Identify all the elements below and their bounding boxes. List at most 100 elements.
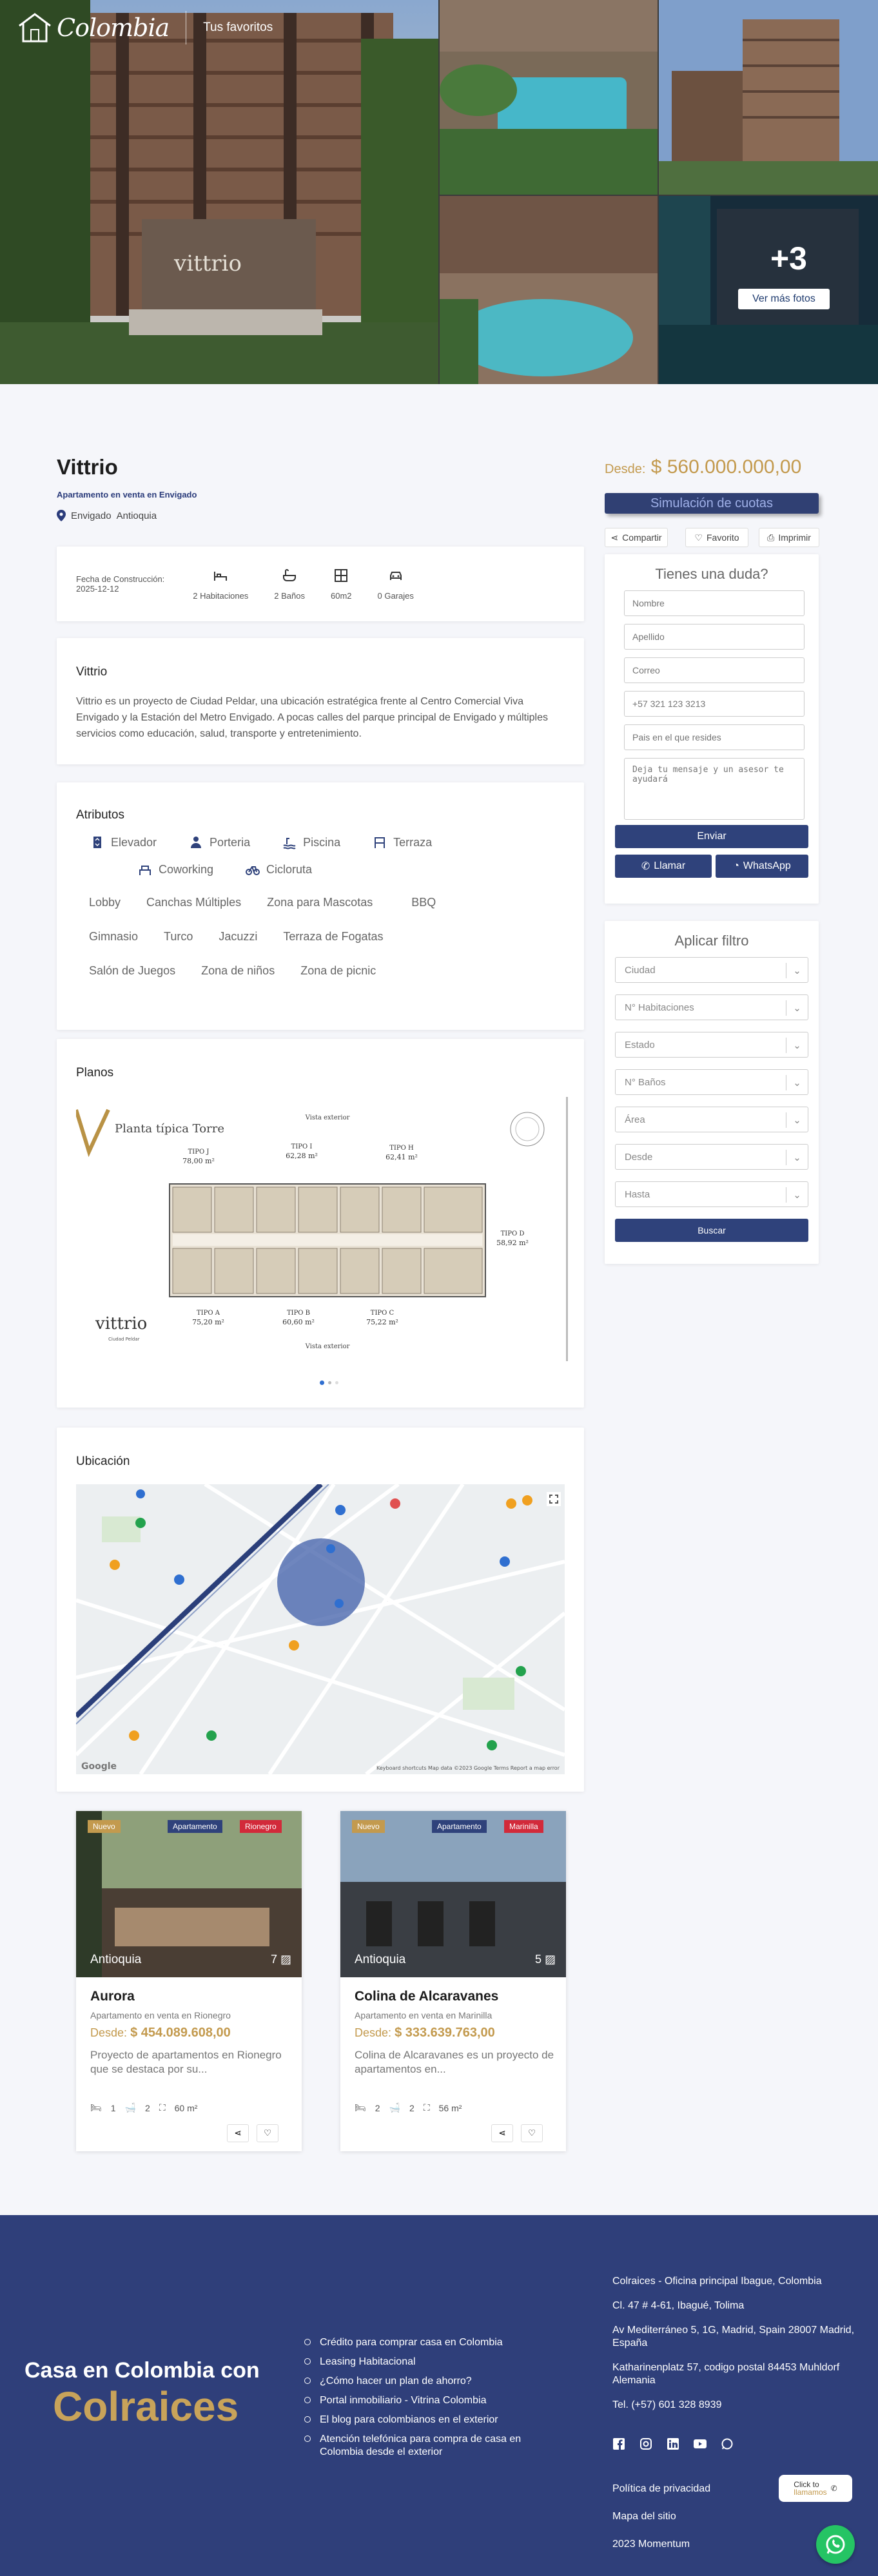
footer-link[interactable]: El blog para colombianos en el exterior: [304, 2414, 543, 2426]
plan-unit-name: TIPO D: [501, 1230, 525, 1237]
favorite-button[interactable]: ♡: [257, 2124, 278, 2142]
plan-heading: Planta típica Torre: [115, 1122, 224, 1136]
price-prefix: Desde:: [90, 2026, 128, 2039]
callback-widget[interactable]: Click to llamamos ✆: [779, 2475, 852, 2502]
filter-panel: Aplicar filtro Ciudad ⌄ N° Habitaciones ⌄ …: [605, 921, 819, 1264]
message-field[interactable]: [624, 758, 805, 820]
more-photos-count: +3: [770, 240, 807, 276]
site-logo[interactable]: Colombia: [17, 8, 203, 47]
map-embed[interactable]: Google Keyboard shortcuts Map data ©2023…: [76, 1484, 565, 1774]
plan-brand-sub: Ciudad Peldar: [108, 1337, 140, 1342]
whatsapp-float-button[interactable]: [816, 2525, 855, 2564]
print-button[interactable]: ⎙ Imprimir: [759, 528, 819, 547]
chevron-down-icon: ⌄: [786, 1150, 808, 1165]
price-prefix: Desde:: [355, 2026, 392, 2039]
callback-label: Click to llamamos: [794, 2480, 827, 2497]
plan-unit-name: TIPO A: [197, 1310, 220, 1317]
construction-label: Fecha de Construcción:: [76, 574, 165, 584]
name-field[interactable]: [624, 590, 805, 616]
share-button[interactable]: ⋖: [491, 2124, 513, 2142]
chevron-down-icon: ⌄: [786, 1112, 808, 1128]
phone-field[interactable]: [624, 691, 805, 717]
country-field[interactable]: [624, 724, 805, 750]
whatsapp-button[interactable]: ◔ WhatsApp: [716, 855, 808, 878]
linkedin-icon[interactable]: [667, 2437, 679, 2450]
attr-coworking-label: Coworking: [159, 862, 214, 876]
plan-unit-area: 62,41 m²: [385, 1153, 418, 1161]
listing-card-colina[interactable]: Nuevo Apartamento Marinilla Antioquia 5 …: [340, 1811, 566, 2151]
floor-plan-slide[interactable]: Planta típica Torre Vista exterior Vista…: [76, 1103, 553, 1355]
instagram-icon[interactable]: [639, 2437, 652, 2450]
city-select[interactable]: Ciudad ⌄: [615, 957, 808, 983]
bath-icon: [283, 568, 297, 581]
simulate-payments-button[interactable]: Simulación de cuotas: [605, 493, 819, 514]
price-from-select[interactable]: Desde ⌄: [615, 1144, 808, 1170]
listing-photo[interactable]: Nuevo Apartamento Marinilla Antioquia 5 …: [340, 1811, 566, 1977]
bath-icon: 🛁: [124, 2102, 137, 2113]
rooms-select[interactable]: N° Habitaciones ⌄: [615, 994, 808, 1020]
search-button[interactable]: Buscar: [615, 1219, 808, 1242]
more-photos-button[interactable]: Ver más fotos: [738, 289, 830, 309]
whatsapp-label: WhatsApp: [743, 860, 791, 871]
listing-name[interactable]: Colina de Alcaravanes: [355, 1989, 498, 2004]
gallery-main-photo[interactable]: vittrio: [0, 0, 438, 384]
youtube-icon[interactable]: [694, 2437, 707, 2450]
price-value: $ 454.089.608,00: [130, 2026, 231, 2040]
carousel-dot[interactable]: [328, 1381, 331, 1384]
footer-phone[interactable]: Tel. (+57) 601 328 8939: [612, 2399, 870, 2412]
select-value: Desde: [625, 1151, 653, 1163]
send-button[interactable]: Enviar: [615, 825, 808, 848]
attr-cicloruta: Cicloruta: [246, 862, 312, 876]
select-value: N° Habitaciones: [625, 1002, 694, 1013]
call-button[interactable]: ✆ Llamar: [615, 855, 712, 878]
attr-coworking: Coworking: [138, 862, 213, 876]
listing-description: Proyecto de apartamentos en Rionegro que…: [90, 2049, 282, 2075]
area-select[interactable]: Área ⌄: [615, 1107, 808, 1132]
attr-tag: Canchas Múltiples: [146, 896, 242, 909]
bicycle-icon: [246, 866, 260, 875]
share-button[interactable]: ⋖ Compartir: [605, 528, 668, 547]
footer-contact-info: Colraices - Oficina principal Ibague, Co…: [612, 2275, 870, 2423]
attr-tag: Turco: [164, 930, 193, 943]
fact-area: 60m2: [331, 568, 352, 601]
carousel-dot[interactable]: [335, 1381, 338, 1384]
footer-slogan: Casa en Colombia con: [24, 2358, 260, 2383]
favorite-button[interactable]: ♡: [521, 2124, 543, 2142]
privacy-link[interactable]: Política de privacidad: [612, 2483, 710, 2495]
share-button[interactable]: ⋖: [227, 2124, 249, 2142]
email-field[interactable]: [624, 657, 805, 683]
whatsapp-icon[interactable]: [721, 2437, 734, 2450]
house-logo-icon: [19, 13, 51, 43]
footer-link[interactable]: Portal inmobiliario - Vitrina Colombia: [304, 2394, 543, 2407]
bed-icon: 🛏: [90, 2102, 102, 2113]
footer-link[interactable]: Atención telefónica para compra de casa …: [304, 2433, 543, 2459]
status-select[interactable]: Estado ⌄: [615, 1032, 808, 1058]
fact-baths-label: 2 Baños: [274, 590, 305, 601]
listing-photo[interactable]: Nuevo Apartamento Rionegro Antioquia 7 ▨: [76, 1811, 302, 1977]
listing-features: 🛏 2 🛁 2 ⛶ 56 m²: [355, 2102, 462, 2113]
address-germany: Katharinenplatz 57, codigo postal 84453 …: [612, 2362, 840, 2386]
gallery-photo-pool[interactable]: [440, 196, 658, 384]
plan-scrollbar[interactable]: [566, 1097, 568, 1361]
sitemap-link[interactable]: Mapa del sitio: [612, 2511, 710, 2523]
fullscreen-icon[interactable]: [547, 1492, 561, 1506]
favorites-link[interactable]: Tus favoritos: [203, 21, 273, 35]
footer-link[interactable]: ¿Cómo hacer un plan de ahorro?: [304, 2375, 543, 2388]
baths-select[interactable]: N° Baños ⌄: [615, 1069, 808, 1095]
listing-price: Desde: $ 333.639.763,00: [355, 2026, 495, 2040]
footer-link[interactable]: Crédito para comprar casa en Colombia: [304, 2336, 543, 2349]
listing-name[interactable]: Aurora: [90, 1989, 135, 2004]
construction-date: Fecha de Construcción: 2025-12-12: [76, 574, 164, 594]
listing-rooms: 1: [110, 2102, 116, 2113]
share-icon: ⋖: [498, 2128, 506, 2138]
elevator-icon: [93, 837, 101, 848]
listing-card-aurora[interactable]: Nuevo Apartamento Rionegro Antioquia 7 ▨…: [76, 1811, 302, 2151]
price-to-select[interactable]: Hasta ⌄: [615, 1181, 808, 1207]
favorite-button[interactable]: ♡ Favorito: [685, 528, 748, 547]
lastname-field[interactable]: [624, 624, 805, 650]
facebook-icon[interactable]: [612, 2437, 625, 2450]
footer-link[interactable]: Leasing Habitacional: [304, 2356, 543, 2368]
attr-porteria: Porteria: [189, 835, 250, 849]
carousel-dot-active[interactable]: [320, 1380, 324, 1385]
chevron-down-icon: ⌄: [786, 1000, 808, 1016]
